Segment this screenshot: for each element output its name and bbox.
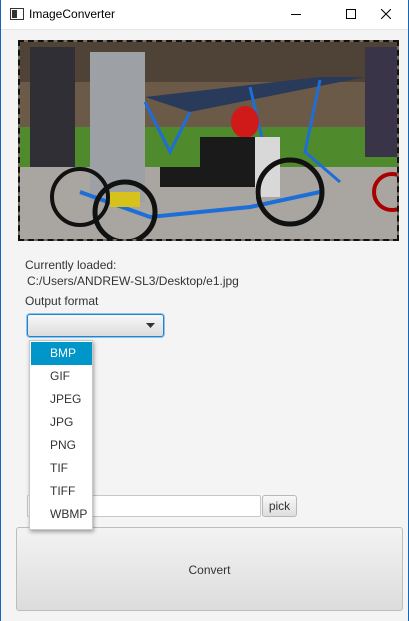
format-option-jpg[interactable]: JPG [31,411,92,434]
format-option-gif[interactable]: GIF [31,365,92,388]
pick-button[interactable]: pick [262,495,297,517]
loaded-file-path: C:/Users/ANDREW-SL3/Desktop/e1.jpg [27,274,239,288]
format-option-bmp[interactable]: BMP [31,342,92,365]
output-format-label: Output format [25,294,99,308]
close-button[interactable] [363,0,408,29]
format-dropdown-list: BMP GIF JPEG JPG PNG TIF TIFF WBMP [29,340,93,530]
maximize-icon [345,9,356,19]
format-option-jpeg[interactable]: JPEG [31,388,92,411]
minimize-icon [290,14,301,15]
image-preview [18,40,399,241]
format-option-tif[interactable]: TIF [31,457,92,480]
format-option-wbmp[interactable]: WBMP [31,503,92,526]
close-icon [380,8,391,20]
app-window: ImageConverter Currently loaded: C:/User… [0,0,409,621]
app-icon [10,8,24,20]
photo-image [20,42,397,239]
chevron-down-icon [146,323,155,328]
output-format-combobox[interactable] [27,314,164,337]
title-bar[interactable]: ImageConverter [1,0,408,30]
format-option-tiff[interactable]: TIFF [31,480,92,503]
convert-button[interactable]: Convert [16,527,403,611]
format-option-png[interactable]: PNG [31,434,92,457]
window-title: ImageConverter [29,7,116,21]
minimize-button[interactable] [273,0,318,29]
currently-loaded-label: Currently loaded: [25,258,117,272]
